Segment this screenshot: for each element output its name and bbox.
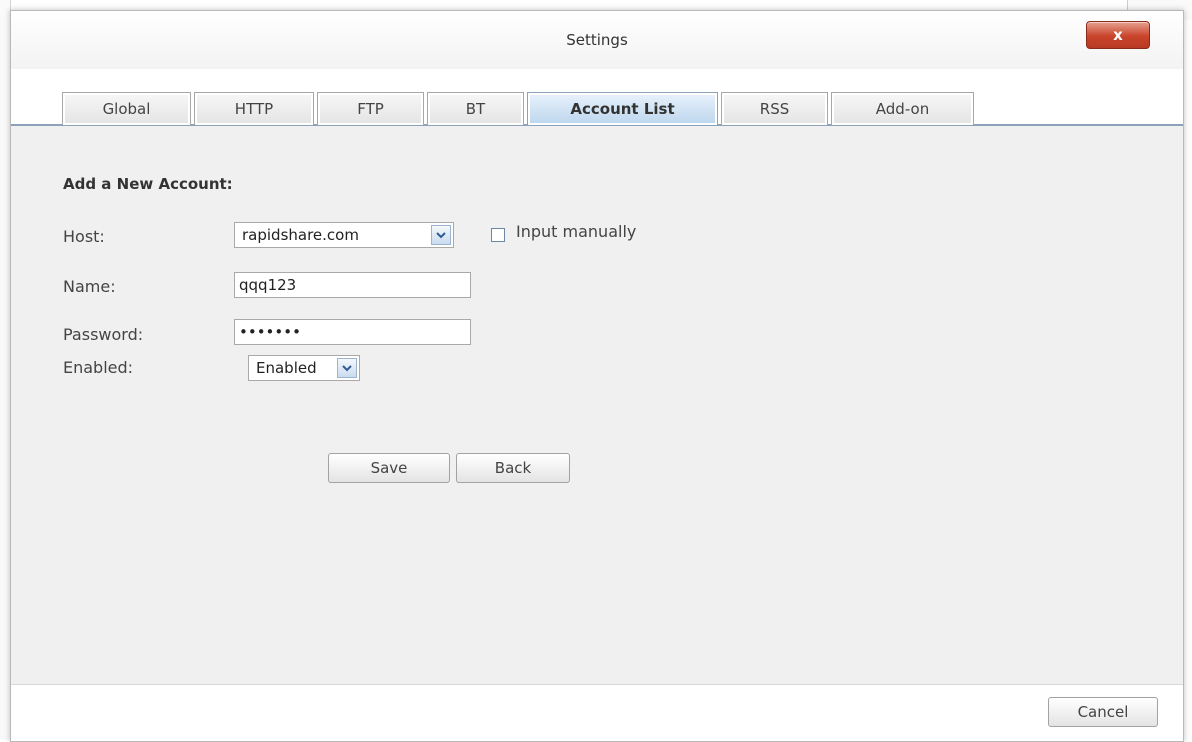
cancel-button[interactable]: Cancel [1048, 697, 1158, 727]
enabled-label: Enabled: [63, 358, 134, 377]
cancel-button-label: Cancel [1077, 703, 1129, 721]
close-button[interactable]: x [1086, 21, 1150, 49]
tab-global[interactable]: Global [62, 92, 191, 125]
name-input-value: qqq123 [239, 276, 297, 294]
dialog-footer: Cancel [11, 685, 1183, 741]
tab-label: HTTP [234, 100, 274, 118]
dialog-title: Settings [566, 31, 628, 49]
tab-http[interactable]: HTTP [194, 92, 314, 125]
input-manually-label: Input manually [516, 222, 637, 241]
tab-label: RSS [759, 100, 790, 118]
enabled-select[interactable]: Enabled [248, 355, 360, 381]
host-select[interactable]: rapidshare.com [234, 222, 454, 248]
host-select-value: rapidshare.com [242, 226, 359, 244]
tab-ftp[interactable]: FTP [317, 92, 424, 125]
name-label: Name: [63, 277, 116, 296]
tab-label: Account List [570, 100, 675, 118]
host-label: Host: [63, 227, 105, 246]
tab-account-list[interactable]: Account List [527, 92, 718, 125]
tab-bt[interactable]: BT [427, 92, 524, 125]
back-button-label: Back [494, 459, 532, 477]
tab-rss[interactable]: RSS [721, 92, 828, 125]
enabled-select-value: Enabled [256, 359, 317, 377]
tab-bar: Global HTTP FTP BT Account List RSS Add-… [11, 69, 1183, 126]
save-button[interactable]: Save [328, 453, 450, 483]
section-title: Add a New Account: [63, 175, 233, 193]
name-input[interactable]: qqq123 [234, 272, 471, 298]
tab-add-on[interactable]: Add-on [831, 92, 974, 125]
settings-dialog: Settings x Global HTTP FTP BT Account Li… [10, 10, 1184, 742]
password-label: Password: [63, 325, 144, 344]
input-manually-checkbox[interactable] [491, 228, 505, 242]
tab-label: Global [102, 100, 151, 118]
chevron-down-icon [337, 358, 357, 378]
tab-label: Add-on [875, 100, 930, 118]
chevron-down-icon [431, 225, 451, 245]
password-input[interactable]: ••••••• [234, 319, 471, 345]
tab-label: FTP [357, 100, 384, 118]
back-button[interactable]: Back [456, 453, 570, 483]
tab-label: BT [465, 100, 486, 118]
save-button-label: Save [370, 459, 408, 477]
dialog-titlebar: Settings x [11, 11, 1183, 70]
password-input-value: ••••••• [239, 323, 301, 341]
close-icon: x [1113, 26, 1123, 44]
